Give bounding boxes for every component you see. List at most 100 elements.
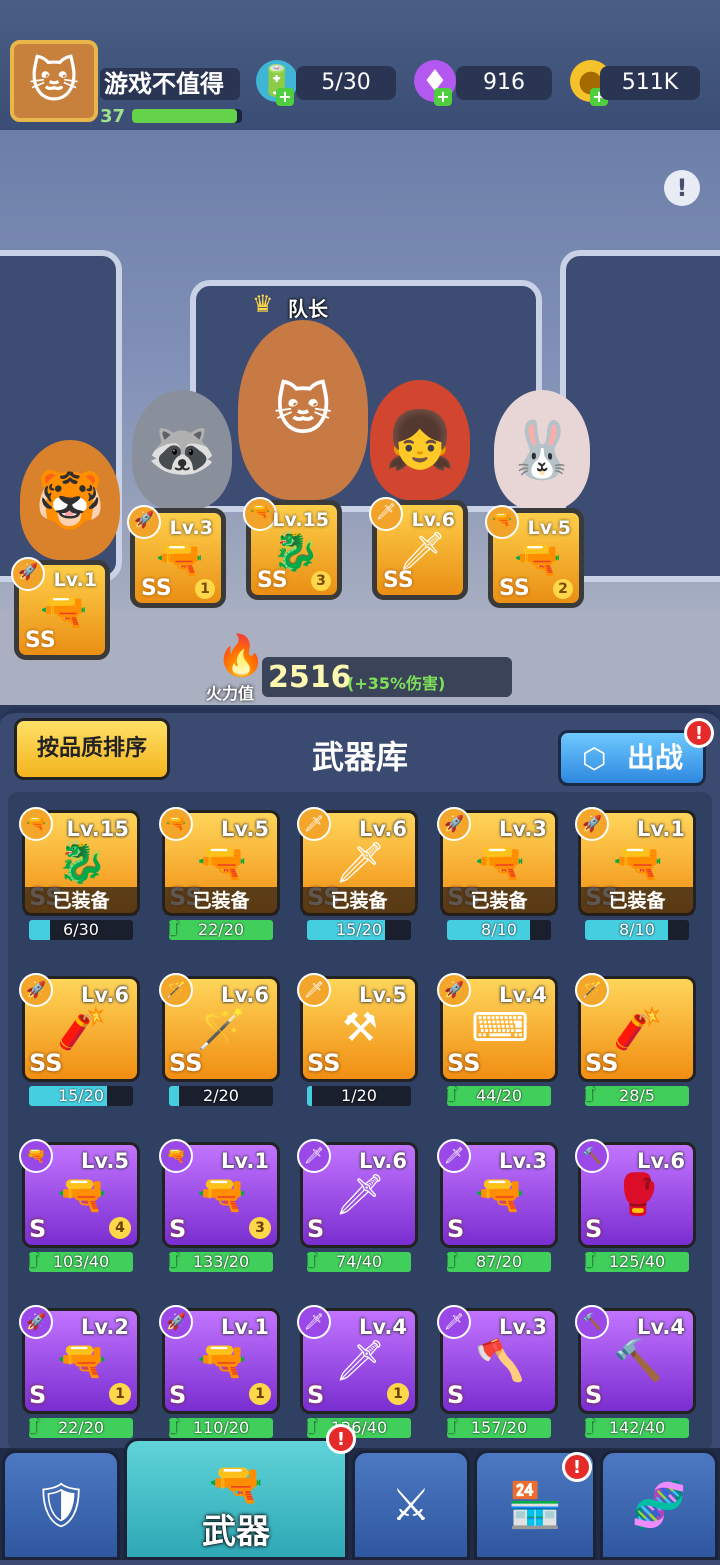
weapon-level: Lv.2 (81, 1315, 129, 1339)
weapon-card[interactable]: 🔫 Lv.5 🔫 S 4 (19, 1139, 140, 1248)
weapon-card[interactable]: 🗡 Lv.3 🪓 S (437, 1305, 558, 1414)
weapon-card[interactable]: 🔫Lv.15🐉SS已装备 (19, 807, 140, 916)
squad-weapon-card[interactable]: 🗡 Lv.6 🗡 SS (369, 497, 468, 600)
weapon-grade: S (307, 1381, 325, 1409)
deploy-button[interactable]: 出战 (558, 730, 706, 786)
weapon-card[interactable]: 🚀Lv.3🔫SS已装备 (437, 807, 558, 916)
weapon-progress-bar: 8/10 (585, 920, 689, 940)
weapon-type-icon: 🗡 (297, 807, 331, 841)
weapon-level: Lv.5 (359, 983, 407, 1007)
weapon-card[interactable]: 🪄 🧨 SS (575, 973, 696, 1082)
weapon-icon: 🧨 (613, 1006, 663, 1052)
weapon-icon: 🔫 (197, 840, 247, 886)
equipped-label: 已装备 (581, 887, 693, 915)
weapon-level: Lv.3 (499, 817, 547, 841)
weapon-grade: S (447, 1215, 465, 1243)
add-gems-button[interactable]: + (434, 88, 452, 106)
weapon-card[interactable]: 🚀Lv.1🔫SS已装备 (575, 807, 696, 916)
weapon-card[interactable]: 🗡 Lv.4 🗡 S 1 (297, 1305, 418, 1414)
weapon-progress-bar: 125/40 ⬆ (585, 1252, 689, 1272)
rabbit-character[interactable]: 🐰 (494, 390, 590, 510)
weapon-grade: S (447, 1381, 465, 1409)
weapon-card[interactable]: 🔫 Lv.1 🔫 S 3 (159, 1139, 280, 1248)
progress-text: 6/30 (63, 920, 99, 939)
weapon-card[interactable]: 🚀 Lv.2 🔫 S 1 (19, 1305, 140, 1414)
weapon-card[interactable]: 🗡Lv.6🗡SS已装备 (297, 807, 418, 916)
weapon-grade: S (585, 1381, 603, 1409)
squad-weapon-card[interactable]: 🔫 Lv.5 🔫 SS 2 (485, 505, 584, 608)
weapon-progress-bar: 22/20 ⬆ (29, 1418, 133, 1438)
weapon-level: Lv.6 (359, 817, 407, 841)
weapon-card[interactable]: 🔫Lv.5🔫SS已装备 (159, 807, 280, 916)
weapon-grade: SS (25, 628, 56, 653)
weapon-level: Lv.1 (221, 1149, 269, 1173)
weapon-progress-bar: 133/20 ⬆ (169, 1252, 273, 1272)
weapon-icon: 🔨 (613, 1338, 663, 1384)
star-badge: 3 (249, 1217, 271, 1239)
star-badge: 3 (311, 571, 331, 591)
weapon-progress-bar: 22/20 ⬆ (169, 920, 273, 940)
star-badge: 1 (249, 1383, 271, 1405)
nav-tab-battle[interactable]: ⚔ (352, 1450, 470, 1560)
weapon-icon: 🐉 (57, 840, 107, 886)
gold-value: 511K (600, 66, 700, 100)
weapon-level: Lv.4 (359, 1315, 407, 1339)
weapon-card[interactable]: 🔨 Lv.6 🥊 S (575, 1139, 696, 1248)
weapon-card[interactable]: 🗡 Lv.6 🗡 S (297, 1139, 418, 1248)
weapon-icon: 🪄 (197, 1006, 247, 1052)
rocket-type-icon: 🚀 (127, 505, 161, 539)
weapon-progress-bar: 44/20 ⬆ (447, 1086, 551, 1106)
weapon-card[interactable]: 🪄 Lv.6 🪄 SS (159, 973, 280, 1082)
cat-captain-character[interactable]: 🐱 (238, 320, 368, 500)
weapon-type-icon: 🔫 (19, 807, 53, 841)
weapon-grade: SS (257, 568, 288, 593)
train-window-right (560, 250, 720, 582)
weapon-type-icon: 🚀 (437, 807, 471, 841)
weapon-icon: 🧨 (57, 1006, 107, 1052)
info-alert-button[interactable]: ! (664, 170, 700, 206)
squad-weapon-card[interactable]: 🔫 Lv.15 🐉 SS 3 (243, 497, 342, 600)
tiger-character[interactable]: 🐯 (20, 440, 120, 560)
progress-text: 15/20 (57, 1086, 105, 1105)
weapon-type-icon: 🗡 (297, 973, 331, 1007)
weapon-type-icon: 🔫 (19, 1139, 53, 1173)
weapon-type-icon: 🪄 (575, 973, 609, 1007)
upgrade-arrow-icon: ⬆ (447, 1086, 462, 1106)
weapon-card[interactable]: 🚀 Lv.1 🔫 S 1 (159, 1305, 280, 1414)
nav-tab-genes[interactable]: 🧬 (600, 1450, 718, 1560)
weapon-card[interactable]: 🚀 Lv.6 🧨 SS (19, 973, 140, 1082)
upgrade-arrow-icon: ⬆ (169, 1252, 184, 1272)
weapon-card[interactable]: 🗡 Lv.3 🔫 S (437, 1139, 558, 1248)
fire-icon: 🔥 (216, 633, 266, 679)
pistol-icon: 🔫 (208, 1459, 264, 1510)
upgrade-arrow-icon: ⬆ (169, 920, 184, 940)
weapon-card[interactable]: 🗡 Lv.5 ⚒ SS (297, 973, 418, 1082)
weapon-type-icon: 🔨 (575, 1305, 609, 1339)
upgrade-arrow-icon: ⬆ (307, 1418, 322, 1438)
player-avatar[interactable]: 🐱 (10, 40, 98, 122)
red-hair-girl-character[interactable]: 👧 (370, 380, 470, 500)
rocket-type-icon: 🚀 (11, 557, 45, 591)
add-energy-button[interactable]: + (276, 88, 294, 106)
weapon-icon: 🗡 (334, 1172, 386, 1218)
weapon-card[interactable]: 🚀 Lv.4 ⌨ SS (437, 973, 558, 1082)
pistol-type-icon: 🔫 (485, 505, 519, 539)
equipped-label: 已装备 (443, 887, 555, 915)
upgrade-arrow-icon: ⬆ (29, 1252, 44, 1272)
squad-weapon-card[interactable]: 🚀 Lv.1 🔫 SS (11, 557, 110, 660)
weapon-type-icon: 🚀 (19, 973, 53, 1007)
weapon-progress-bar: 142/40 ⬆ (585, 1418, 689, 1438)
firepower-bonus: (+35%伤害) (347, 674, 446, 693)
nav-tab-armor[interactable]: 🛡 (2, 1450, 120, 1560)
raccoon-character[interactable]: 🦝 (132, 390, 232, 510)
weapon-grade: S (29, 1381, 47, 1409)
weapon-progress-bar: 157/20 ⬆ (447, 1418, 551, 1438)
weapon-card[interactable]: 🔨 Lv.4 🔨 S (575, 1305, 696, 1414)
weapon-level: Lv.6 (81, 983, 129, 1007)
weapon-type-icon: 🗡 (297, 1305, 331, 1339)
squad-weapon-card[interactable]: 🚀 Lv.3 🔫 SS 1 (127, 505, 226, 608)
sort-by-quality-button[interactable]: 按品质排序 (14, 718, 170, 780)
sword-type-icon: 🗡 (369, 497, 403, 531)
weapon-type-icon: 🔫 (159, 1139, 193, 1173)
weapon-progress-bar: 6/30 (29, 920, 133, 940)
